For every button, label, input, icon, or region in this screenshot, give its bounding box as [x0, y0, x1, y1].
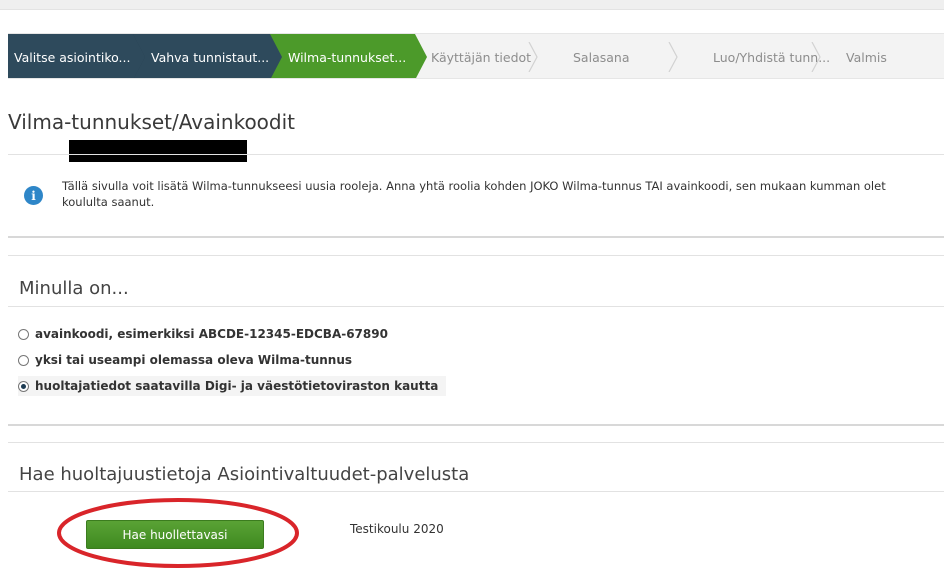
- school-name: Testikoulu 2020: [350, 522, 444, 536]
- wizard-step-6: Luo/Yhdistä tunn...: [695, 34, 838, 78]
- divider: [8, 491, 944, 492]
- divider: [8, 236, 944, 238]
- redacted-user-name: [69, 140, 247, 162]
- wizard-step-2[interactable]: Vahva tunnistaut...: [133, 34, 282, 78]
- radio-button[interactable]: [18, 354, 29, 366]
- divider: [8, 255, 944, 256]
- radio-label: avainkoodi, esimerkiksi ABCDE-12345-EDCB…: [35, 327, 388, 341]
- wizard-step-3[interactable]: Wilma-tunnukset...: [270, 34, 427, 78]
- radio-option-wilma-tunnus[interactable]: yksi tai useampi olemassa oleva Wilma-tu…: [18, 350, 352, 370]
- radio-button[interactable]: [18, 328, 29, 340]
- wizard-step-label: Valmis: [846, 49, 887, 65]
- divider: [8, 424, 944, 426]
- info-icon: i: [24, 186, 43, 205]
- top-bar: [0, 0, 944, 10]
- radio-option-avainkoodi[interactable]: avainkoodi, esimerkiksi ABCDE-12345-EDCB…: [18, 324, 388, 344]
- wizard-step-label: Valitse asiointiko...: [14, 49, 131, 65]
- radio-option-huoltajatiedot[interactable]: huoltajatiedot saatavilla Digi- ja väest…: [18, 376, 447, 396]
- wizard-step-label: Käyttäjän tiedot: [431, 49, 532, 65]
- wizard-step-label: Wilma-tunnukset...: [288, 49, 407, 65]
- section-title-hae-huoltajuustietoja: Hae huoltajuustietoja Asiointivaltuudet-…: [19, 464, 470, 485]
- info-text: Tällä sivulla voit lisätä Wilma-tunnukse…: [62, 179, 886, 209]
- chevron-right-icon: [663, 41, 693, 73]
- wizard-step-label: Luo/Yhdistä tunn...: [713, 49, 831, 65]
- wizard-step-4: Käyttäjän tiedot: [415, 34, 555, 78]
- section-title-minulla-on: Minulla on...: [19, 278, 129, 299]
- radio-label: yksi tai useampi olemassa oleva Wilma-tu…: [35, 353, 353, 367]
- radio-label: huoltajatiedot saatavilla Digi- ja väest…: [35, 379, 439, 393]
- radio-button-selected[interactable]: [18, 380, 29, 392]
- wizard-steps: Valitse asiointiko... Vahva tunnistaut..…: [8, 33, 944, 79]
- divider: [8, 154, 944, 155]
- info-message: i Tällä sivulla voit lisätä Wilma-tunnuk…: [24, 178, 912, 210]
- wizard-step-label: Vahva tunnistaut...: [151, 49, 270, 65]
- wizard-step-7: Valmis: [838, 34, 944, 78]
- wizard-step-1[interactable]: Valitse asiointiko...: [8, 34, 145, 78]
- divider: [8, 442, 944, 443]
- wizard-step-5: Salasana: [555, 34, 695, 78]
- page-title: Vilma-tunnukset/Avainkoodit: [8, 110, 296, 134]
- wizard-step-label: Salasana: [573, 49, 630, 65]
- highlight-circle-annotation: [57, 498, 299, 568]
- divider: [8, 306, 944, 307]
